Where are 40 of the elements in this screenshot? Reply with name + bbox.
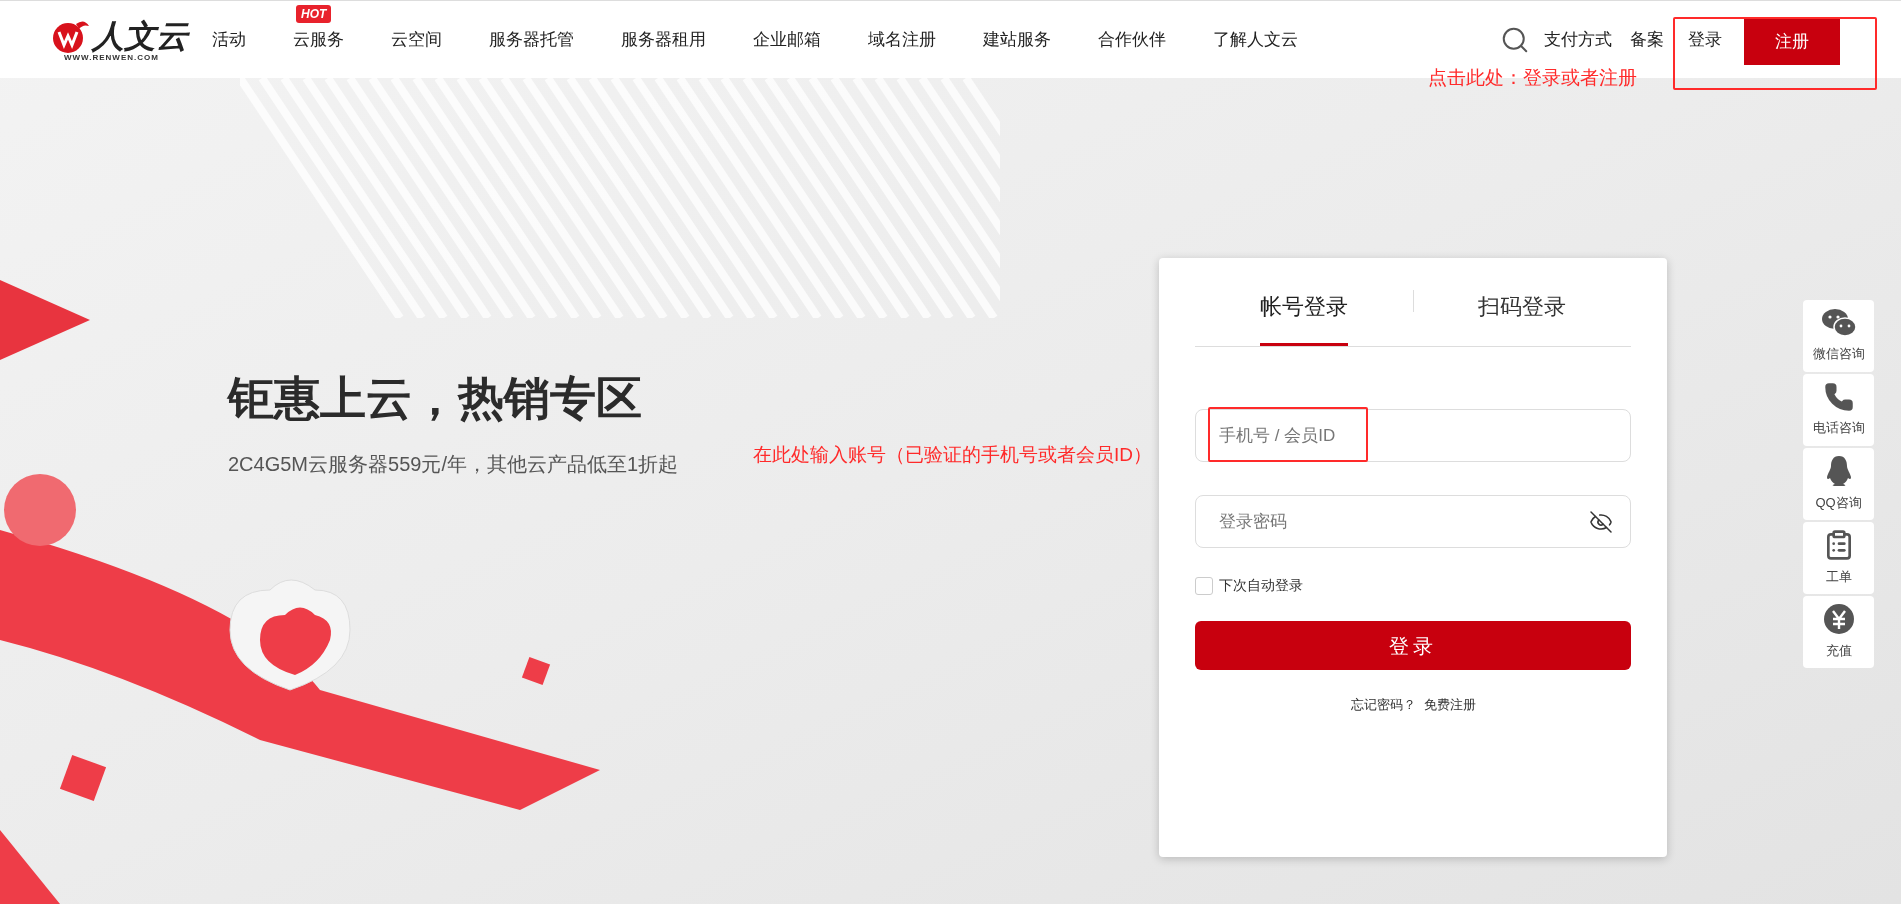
nav-link[interactable]: 云空间 (391, 29, 442, 49)
login-link[interactable]: 登录 (1688, 26, 1722, 53)
account-input-field[interactable]: 手机号 / 会员ID (1195, 409, 1631, 462)
phone-icon (1823, 382, 1854, 413)
nav-link[interactable]: 企业邮箱 (753, 29, 821, 49)
side-tool-button[interactable]: QQ咨询 (1803, 448, 1874, 520)
header-link[interactable]: 备案 (1630, 26, 1664, 53)
nav-link[interactable]: 合作伙伴 (1098, 29, 1166, 49)
register-button[interactable]: 注册 (1744, 19, 1840, 65)
logo-name: 人文云 (92, 19, 188, 52)
chat-bubbles-icon (1820, 308, 1857, 339)
hero-subtitle: 2C4G5M云服务器559元/年，其他云产品低至1折起 (228, 452, 679, 477)
nav-link[interactable]: 云服务 (293, 29, 344, 49)
nav-link[interactable]: 服务器托管 (489, 29, 574, 49)
hot-badge: HOT (296, 4, 332, 23)
remember-checkbox[interactable] (1195, 576, 1213, 595)
nav-link[interactable]: 服务器租用 (621, 29, 706, 49)
side-tool-button[interactable]: 微信咨询 (1803, 300, 1874, 372)
side-tool-button[interactable]: 工单 (1803, 522, 1874, 594)
remember-label: 下次自动登录 (1219, 576, 1303, 595)
side-tool-button[interactable]: 电话咨询 (1803, 374, 1874, 446)
yuan-coin-icon (1822, 603, 1855, 636)
nav-link[interactable]: 建站服务 (983, 29, 1051, 49)
header-link[interactable]: 支付方式 (1544, 26, 1612, 53)
free-register-link[interactable]: 免费注册 (1423, 695, 1476, 715)
login-tab[interactable]: 帐号登录 (1259, 290, 1348, 346)
side-tool-button[interactable]: 充值 (1803, 596, 1874, 668)
logo-url: WWW.RENWEN.COM (64, 53, 159, 62)
nav-link[interactable]: 了解人文云 (1213, 29, 1298, 49)
nav-link[interactable]: 活动 (212, 29, 246, 49)
eye-off-icon[interactable] (1589, 510, 1613, 534)
annotation-text: 在此处输入账号（已验证的手机号或者会员ID） (753, 443, 1152, 467)
nav-link[interactable]: 域名注册 (868, 29, 936, 49)
password-input-field[interactable]: 登录密码 (1195, 495, 1631, 548)
penguin-icon (1825, 455, 1852, 488)
hero-title: 钜惠上云，热销专区 (228, 375, 643, 421)
annotation-text: 点击此处：登录或者注册 (1428, 66, 1637, 90)
forgot-password-link[interactable]: 忘记密码？ (1350, 695, 1416, 715)
login-button[interactable]: 登录 (1195, 621, 1631, 670)
login-tab[interactable]: 扫码登录 (1478, 290, 1567, 346)
